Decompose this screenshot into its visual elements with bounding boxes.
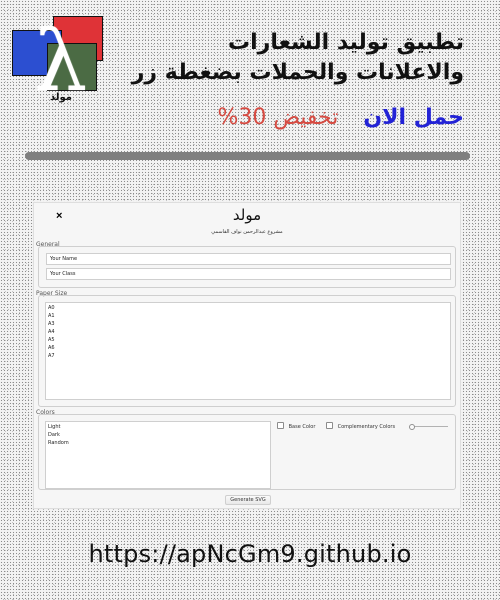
color-slider-handle[interactable]	[409, 424, 415, 430]
download-now-link[interactable]: حمل الان	[363, 105, 464, 130]
base-color-option[interactable]: Base Color	[277, 422, 315, 432]
name-input[interactable]	[46, 253, 451, 265]
color-scheme-option[interactable]: Dark	[48, 431, 268, 439]
general-section	[38, 246, 456, 288]
paper-size-list[interactable]: A0 A1 A3 A4 A5 A6 A7	[45, 302, 451, 400]
color-slider[interactable]	[409, 424, 448, 430]
discount-label: تخفيض 30%	[217, 105, 339, 130]
app-window: × مولد مشروع عبدالرحمن نواف القاسمي Gene…	[33, 202, 461, 509]
promo-line: حمل الان تخفيض 30%	[204, 104, 464, 132]
paper-size-option[interactable]: A3	[48, 320, 448, 328]
complementary-colors-checkbox[interactable]	[326, 422, 333, 429]
complementary-colors-option[interactable]: Complementary Colors	[326, 422, 395, 432]
window-subtitle: مشروع عبدالرحمن نواف القاسمي	[211, 229, 283, 235]
app-logo: λ مولد	[12, 16, 106, 106]
color-scheme-list[interactable]: Light Dark Random	[45, 421, 271, 489]
class-input[interactable]	[46, 268, 451, 280]
paper-size-option[interactable]: A1	[48, 312, 448, 320]
generate-svg-button[interactable]: Generate SVG	[225, 495, 271, 505]
paper-size-option[interactable]: A0	[48, 304, 448, 312]
website-url[interactable]: https://apNcGm9.github.io	[0, 537, 500, 571]
window-title: مولد	[232, 206, 262, 224]
complementary-colors-label: Complementary Colors	[337, 424, 396, 430]
base-color-label: Base Color	[288, 424, 316, 430]
logo-caption: مولد	[50, 92, 72, 103]
color-slider-track	[412, 426, 448, 427]
paper-size-option[interactable]: A5	[48, 336, 448, 344]
color-scheme-option[interactable]: Light	[48, 423, 268, 431]
base-color-checkbox[interactable]	[277, 422, 284, 429]
color-scheme-option[interactable]: Random	[48, 439, 268, 447]
colors-section: Light Dark Random Base Color Complementa…	[38, 414, 456, 490]
paper-size-section: A0 A1 A3 A4 A5 A6 A7	[38, 295, 456, 407]
paper-size-option[interactable]: A4	[48, 328, 448, 336]
promo-divider	[25, 152, 470, 160]
promo-headline: تطبيق توليد الشعارات والاعلانات والحملات…	[131, 30, 464, 85]
paper-size-option[interactable]: A6	[48, 344, 448, 352]
paper-size-option[interactable]: A7	[48, 352, 448, 360]
